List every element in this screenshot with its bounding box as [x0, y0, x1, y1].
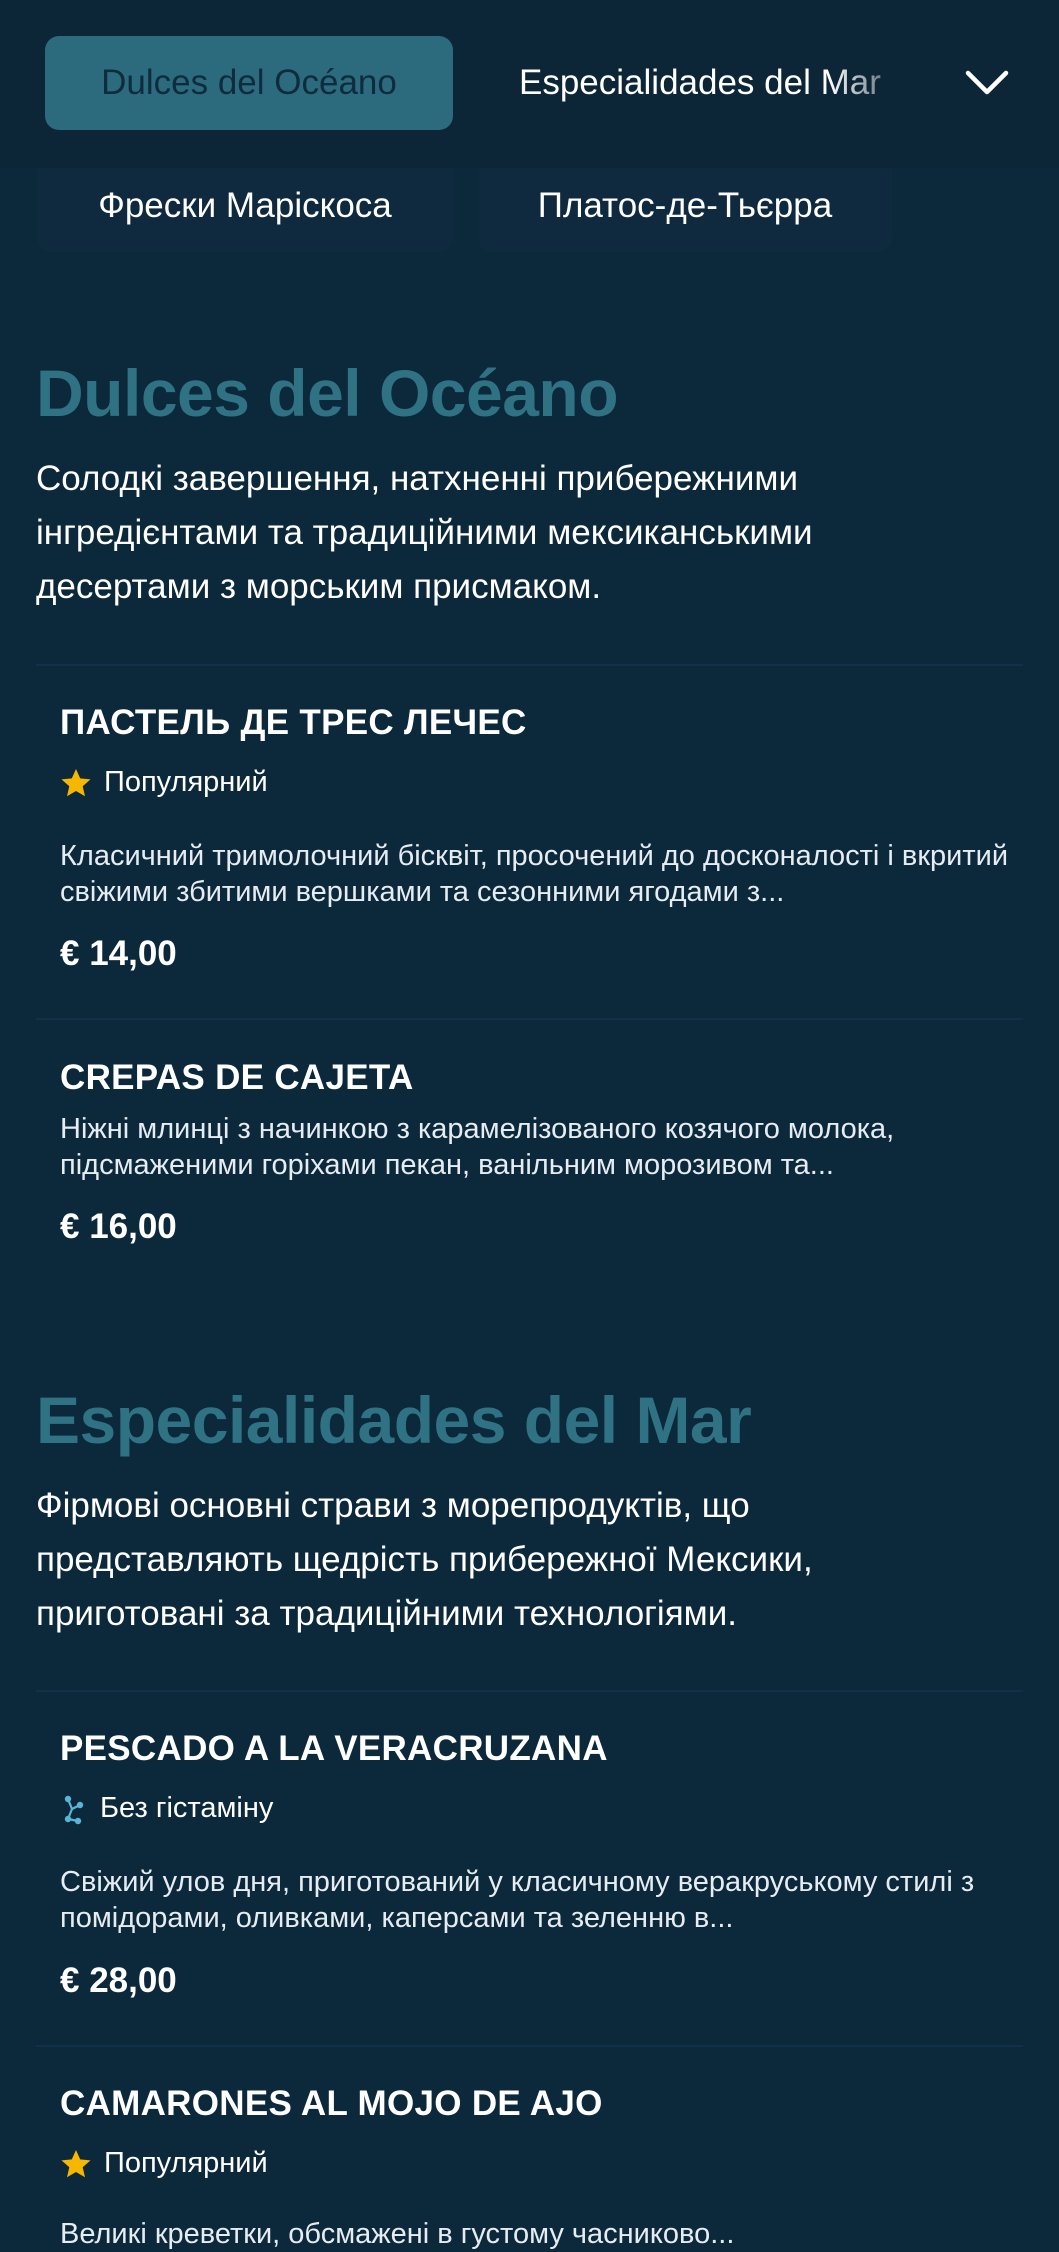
- badge-label: Популярний: [104, 766, 268, 798]
- divider: [36, 664, 1023, 666]
- item-description: Великі креветки, обсмажені в густому час…: [60, 2218, 735, 2250]
- badge-label: Популярний: [104, 2147, 268, 2179]
- tab-platos-de-tierra[interactable]: Платос-де-Тьєрра: [478, 160, 892, 252]
- tab-especialidades-del-mar[interactable]: Especialidades del Mar: [519, 36, 919, 130]
- item-name: ПАСТЕЛЬ ДЕ ТРЕС ЛЕЧЕС: [60, 703, 527, 742]
- item-name: CREPAS DE CAJETA: [60, 1058, 414, 1097]
- item-price: € 28,00: [60, 1961, 177, 2000]
- item-price: € 16,00: [60, 1207, 177, 1246]
- item-name: CAMARONES AL MOJO DE AJO: [60, 2084, 603, 2123]
- tab-dulces-del-oceano[interactable]: Dulces del Océano: [45, 36, 453, 130]
- badge-label: Без гістаміну: [100, 1792, 274, 1824]
- category-nav: Dulces del Océano Especialidades del Mar: [0, 0, 1059, 168]
- histamine-free-badge: Без гістаміну: [60, 1792, 273, 1825]
- divider: [36, 1690, 1023, 1692]
- chevron-down-icon[interactable]: [962, 58, 1012, 108]
- star-icon: [60, 2148, 92, 2180]
- popular-badge: Популярний: [60, 766, 268, 799]
- item-description: Класичний тримолочний бісквіт, просочени…: [60, 840, 1009, 908]
- molecule-icon: [60, 1793, 88, 1825]
- divider: [36, 2045, 1023, 2047]
- divider: [36, 1018, 1023, 1020]
- star-icon: [60, 767, 92, 799]
- section-title: Especialidades del Mar: [36, 1383, 752, 1457]
- section-title: Dulces del Océano: [36, 356, 619, 430]
- popular-badge: Популярний: [60, 2147, 268, 2180]
- item-description: Свіжий улов дня, приготований у класично…: [60, 1866, 975, 1934]
- tab-freski-mariskosa[interactable]: Фрески Маріскоса: [37, 160, 453, 252]
- item-description: Ніжні млинці з начинкою з карамелізовано…: [60, 1113, 895, 1181]
- section-description: Солодкі завершення, натхненні прибережни…: [36, 459, 813, 606]
- section-description: Фірмові основні страви з морепродуктів, …: [36, 1486, 813, 1633]
- item-name: PESCADO A LA VERACRUZANA: [60, 1729, 608, 1768]
- item-price: € 14,00: [60, 934, 177, 973]
